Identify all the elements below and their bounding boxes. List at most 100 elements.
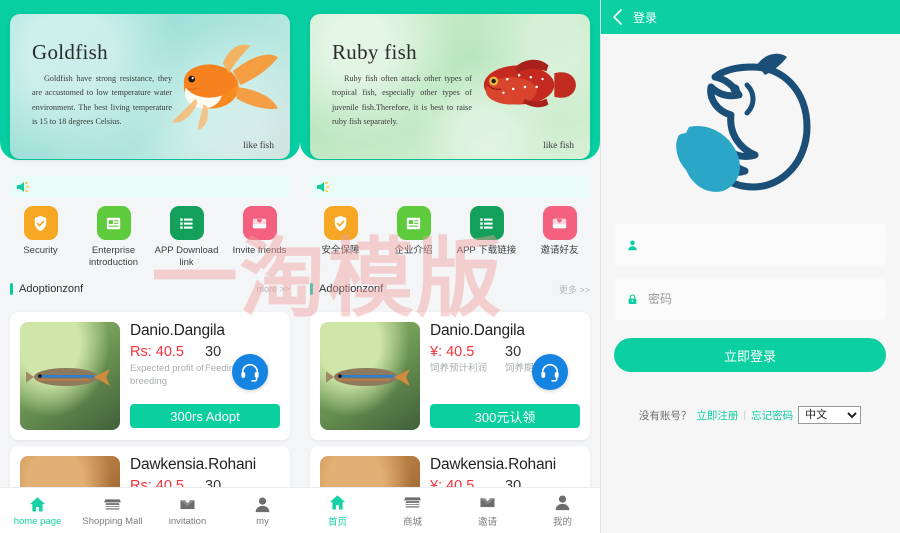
section-header-adoption: Adoptionzonf 更多 >> — [300, 278, 600, 300]
person-icon — [628, 240, 637, 250]
fish-logo-icon — [676, 53, 811, 192]
customer-service-button[interactable] — [232, 354, 268, 390]
envelope-down-icon — [180, 497, 195, 509]
tab-home[interactable]: 首页 — [300, 488, 375, 533]
hero-banner[interactable]: Goldfish Goldfish have strong resistance… — [10, 14, 290, 159]
customer-service-button[interactable] — [532, 354, 568, 390]
quick-links-row: Security Enterprise introduction APP Dow… — [0, 206, 300, 269]
speaker-icon — [17, 181, 30, 193]
quick-link-security[interactable]: 安全保障 — [307, 206, 375, 257]
home-icon — [329, 495, 346, 510]
product-price-caption: 饲养预计利润 — [430, 363, 488, 374]
quick-link-app-download[interactable]: APP Download link — [153, 206, 221, 269]
hero-banner[interactable]: Ruby fish Ruby fish often attack other t… — [310, 14, 590, 159]
username-field[interactable] — [614, 224, 886, 266]
section-more-link[interactable]: more >> — [256, 284, 290, 294]
envelope-down-icon — [480, 495, 495, 508]
tab-label: 商城 — [402, 517, 422, 528]
gift-heart-icon — [542, 206, 577, 240]
product-card[interactable]: Danio.Dangila Rs: 40.5 Expected profit o… — [10, 312, 290, 440]
announcement-bar[interactable] — [10, 176, 290, 198]
password-field[interactable] — [614, 278, 886, 320]
quick-link-label: APP Download link — [154, 245, 219, 268]
product-name: Danio.Dangila — [130, 322, 225, 339]
product-price: ¥: 40.5 — [430, 344, 475, 360]
speaker-icon — [317, 181, 330, 193]
quick-link-label: 邀请好友 — [540, 245, 579, 256]
logo-container — [600, 34, 900, 224]
links-separator: | — [743, 409, 747, 421]
language-select[interactable]: 中文English — [798, 406, 862, 424]
section-more-link[interactable]: 更多 >> — [559, 283, 590, 296]
goldfish-illustration — [172, 44, 278, 130]
tab-invitation[interactable]: invitation — [150, 488, 225, 533]
phone-pane-english: Goldfish Goldfish have strong resistance… — [0, 0, 300, 533]
quick-link-invite[interactable]: 邀请好友 — [526, 206, 594, 257]
login-footer-links: 没有账号？ 立即注册 | 忘记密码 中文English — [600, 406, 900, 424]
quick-link-enterprise[interactable]: 企业介绍 — [380, 206, 448, 257]
bottom-tabbar: 首页 商城 邀请 我的 — [300, 487, 600, 533]
quick-link-security[interactable]: Security — [7, 206, 75, 257]
hero-signature: like fish — [243, 141, 274, 151]
list-icon — [469, 206, 504, 240]
password-input[interactable] — [648, 292, 874, 306]
rubyfish-illustration — [483, 59, 576, 108]
gift-heart-icon — [242, 206, 277, 240]
chevron-left-icon[interactable] — [612, 9, 623, 25]
username-input[interactable] — [648, 238, 874, 252]
document-card-icon — [96, 206, 131, 240]
product-name: Danio.Dangila — [430, 322, 525, 339]
person-icon — [555, 495, 570, 511]
quick-link-invite[interactable]: Invite friends — [226, 206, 294, 257]
login-title: 登录 — [633, 10, 658, 25]
tab-label: home page — [13, 515, 62, 527]
product-thumbnail — [320, 322, 420, 430]
login-submit-button[interactable]: 立即登录 — [614, 338, 886, 372]
tab-shopping-mall[interactable]: Shopping Mall — [75, 488, 150, 533]
tab-label: my — [256, 515, 269, 527]
hero-title: Ruby fish — [332, 40, 417, 64]
quick-link-label: APP 下载链接 — [456, 245, 517, 256]
headset-icon — [541, 363, 559, 382]
no-account-prompt: 没有账号？ — [638, 409, 692, 422]
product-price-caption: Expected profit of breeding — [130, 363, 204, 387]
tab-label: 邀请 — [477, 517, 497, 528]
hero-title: Goldfish — [32, 40, 108, 64]
section-accent-bar — [310, 283, 313, 295]
product-name: Dawkensia.Rohani — [130, 456, 257, 473]
adopt-button[interactable]: 300元认领 — [430, 404, 580, 428]
announcement-bar[interactable] — [310, 176, 590, 198]
quick-links-row: 安全保障 企业介绍 APP 下载链接 邀请好友 — [300, 206, 600, 257]
tab-my[interactable]: my — [225, 488, 300, 533]
forgot-password-link[interactable]: 忘记密码 — [751, 408, 793, 423]
section-accent-bar — [10, 283, 13, 295]
adopt-button[interactable]: 300rs Adopt — [130, 404, 280, 428]
quick-link-enterprise[interactable]: Enterprise introduction — [80, 206, 148, 269]
person-icon — [255, 496, 270, 512]
tab-label: invitation — [168, 515, 207, 527]
tab-my[interactable]: 我的 — [525, 488, 600, 533]
bottom-tabbar: home page Shopping Mall invitation my — [0, 487, 300, 533]
phone-pane-chinese: Ruby fish Ruby fish often attack other t… — [300, 0, 600, 533]
tab-invitation[interactable]: 邀请 — [450, 488, 525, 533]
tab-home[interactable]: home page — [0, 488, 75, 533]
hero-description: Ruby fish often attack other types of tr… — [332, 74, 472, 127]
hero-description: Goldfish have strong resistance, they ar… — [32, 74, 172, 127]
lock-icon — [628, 293, 637, 304]
tab-label: 我的 — [552, 517, 572, 528]
tab-shopping-mall[interactable]: 商城 — [375, 488, 450, 533]
product-name: Dawkensia.Rohani — [430, 456, 557, 473]
tab-label: 首页 — [327, 517, 347, 528]
product-card[interactable]: Danio.Dangila ¥: 40.5 饲养预计利润 30 饲养期 300元… — [310, 312, 590, 440]
product-price: Rs: 40.5 — [130, 344, 184, 360]
danio-fish-illustration — [26, 368, 110, 386]
tab-label: Shopping Mall — [82, 515, 143, 527]
quick-link-label: Invite friends — [232, 245, 287, 256]
register-link[interactable]: 立即注册 — [696, 408, 738, 423]
quick-link-label: Security — [23, 245, 58, 256]
shield-check-icon — [23, 206, 58, 240]
store-icon — [104, 498, 121, 509]
quick-link-app-download[interactable]: APP 下载链接 — [453, 206, 521, 257]
hero-signature: like fish — [543, 141, 574, 151]
document-card-icon — [396, 206, 431, 240]
